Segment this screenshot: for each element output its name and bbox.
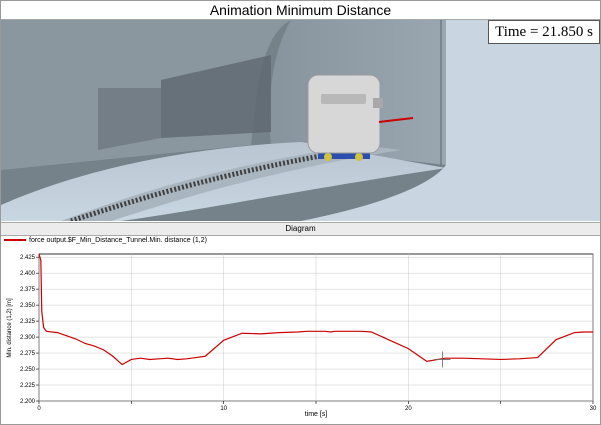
vehicle-window — [321, 94, 366, 104]
vehicle-model[interactable] — [307, 74, 383, 161]
legend-label: force output.$F_Min_Distance_Tunnel.Min.… — [29, 237, 207, 244]
x-tick-label: 20 — [405, 406, 412, 412]
tunnel-scene — [1, 20, 600, 221]
x-tick-label: 0 — [37, 406, 41, 412]
y-tick-label: 2.375 — [20, 287, 36, 293]
y-tick-label: 2.200 — [20, 399, 36, 405]
vehicle-wheel-left — [324, 153, 332, 161]
vehicle-body — [307, 74, 381, 154]
y-tick-label: 2.300 — [20, 335, 36, 341]
vehicle-wheel-right — [355, 153, 363, 161]
y-axis: 2.200 2.225 2.250 2.275 2.300 2.325 2.350 2.375… — [20, 255, 39, 405]
diagram-header: Diagram — [1, 222, 600, 236]
y-tick-label: 2.250 — [20, 367, 36, 373]
animation-window: Animation Minimum Distance Time = 21.850… — [0, 0, 601, 425]
y-tick-label: 2.275 — [20, 351, 36, 357]
y-tick-label: 2.325 — [20, 319, 36, 325]
y-tick-label: 2.225 — [20, 383, 36, 389]
y-tick-label: 2.400 — [20, 271, 36, 277]
time-readout: Time = 21.850 s — [488, 20, 600, 44]
x-axis-label: time [s] — [305, 411, 328, 418]
chart-legend: force output.$F_Min_Distance_Tunnel.Min.… — [4, 236, 207, 246]
y-axis-label: Min. distance (1,2) [m] — [7, 298, 13, 358]
x-tick-label: 30 — [590, 406, 597, 412]
3d-viewport[interactable]: Time = 21.850 s — [1, 20, 600, 221]
vehicle-side-part — [373, 98, 383, 108]
y-tick-label: 2.350 — [20, 303, 36, 309]
window-title: Animation Minimum Distance — [1, 1, 600, 20]
line-chart[interactable]: 2.200 2.225 2.250 2.275 2.300 2.325 2.350 2.375… — [1, 248, 600, 422]
legend-swatch — [4, 239, 26, 242]
y-tick-label: 2.425 — [20, 255, 36, 261]
x-tick-label: 10 — [220, 406, 227, 412]
